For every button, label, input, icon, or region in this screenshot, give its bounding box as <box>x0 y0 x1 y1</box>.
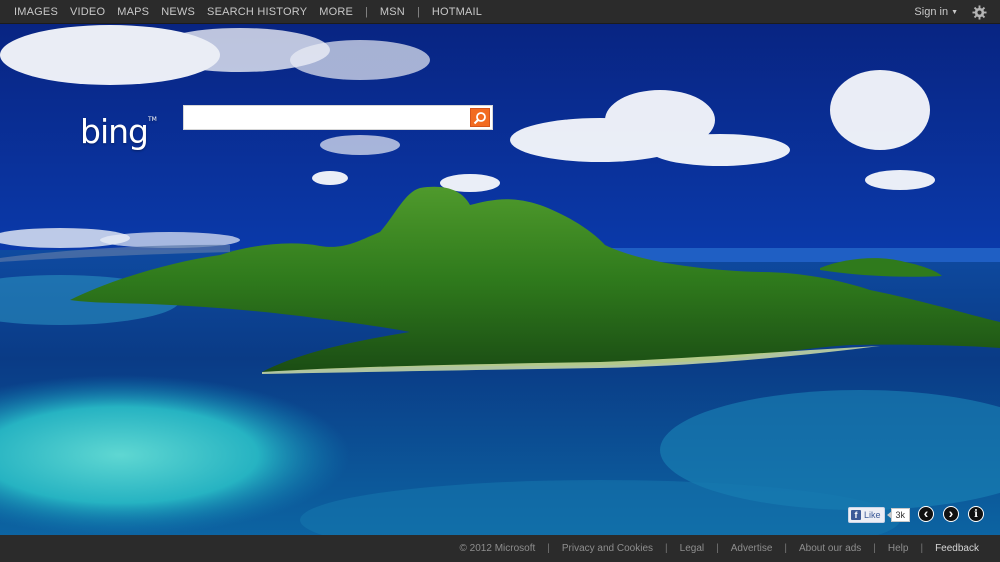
trademark-mark: TM <box>147 116 157 123</box>
like-label: Like <box>864 510 881 520</box>
footer-link-privacy[interactable]: Privacy and Cookies <box>562 543 653 554</box>
nav-images[interactable]: IMAGES <box>14 6 58 18</box>
feedback-link[interactable]: Feedback <box>935 543 979 554</box>
facebook-icon: f <box>851 510 861 520</box>
search-box <box>183 105 493 130</box>
nav-video[interactable]: VIDEO <box>70 6 105 18</box>
footer-separator: | <box>873 543 876 554</box>
footer-separator: | <box>665 543 668 554</box>
background-photo <box>0 0 1000 562</box>
caret-down-icon: ▼ <box>951 9 958 16</box>
sign-in-link[interactable]: Sign in ▼ <box>914 6 958 18</box>
like-button[interactable]: f Like <box>848 507 885 523</box>
footer-link-legal[interactable]: Legal <box>680 543 704 554</box>
gear-icon[interactable] <box>972 5 987 20</box>
footer-link-help[interactable]: Help <box>888 543 909 554</box>
nav-separator: | <box>365 5 368 18</box>
footer-link-advertise[interactable]: Advertise <box>731 543 773 554</box>
nav-search-history[interactable]: SEARCH HISTORY <box>207 6 307 18</box>
footer-separator: | <box>716 543 719 554</box>
search-input[interactable] <box>188 108 470 129</box>
chevron-right-icon: › <box>948 505 954 521</box>
nav-msn[interactable]: MSN <box>380 6 405 18</box>
nav-maps[interactable]: MAPS <box>117 6 149 18</box>
copyright: © 2012 Microsoft <box>459 543 536 554</box>
nav-separator: | <box>416 5 420 18</box>
logo-text: bing <box>80 112 149 151</box>
footer-separator: | <box>547 543 550 554</box>
top-navigation-bar: IMAGES VIDEO MAPS NEWS SEARCH HISTORY MO… <box>0 0 1000 24</box>
like-count: 3k <box>886 508 911 522</box>
footer-separator: | <box>784 543 788 554</box>
nav-news[interactable]: NEWS <box>161 6 195 18</box>
nav-hotmail[interactable]: HOTMAIL <box>432 6 482 18</box>
info-button[interactable]: i <box>968 506 984 522</box>
nav-more[interactable]: MORE <box>319 6 353 18</box>
bing-logo: bingTM <box>80 100 157 152</box>
footer-link-about-ads[interactable]: About our ads <box>799 543 861 554</box>
search-icon <box>473 111 486 124</box>
info-icon: i <box>974 508 978 520</box>
top-nav: IMAGES VIDEO MAPS NEWS SEARCH HISTORY MO… <box>0 6 494 18</box>
search-button[interactable] <box>470 108 490 127</box>
footer-separator: | <box>920 543 924 554</box>
next-image-button[interactable]: › <box>943 506 959 522</box>
sign-in-label: Sign in <box>914 6 949 18</box>
facebook-like: f Like 3k <box>848 507 911 523</box>
chevron-left-icon: ‹ <box>923 505 929 521</box>
previous-image-button[interactable]: ‹ <box>918 506 934 522</box>
footer-bar: © 2012 Microsoft | Privacy and Cookies |… <box>0 535 1000 562</box>
